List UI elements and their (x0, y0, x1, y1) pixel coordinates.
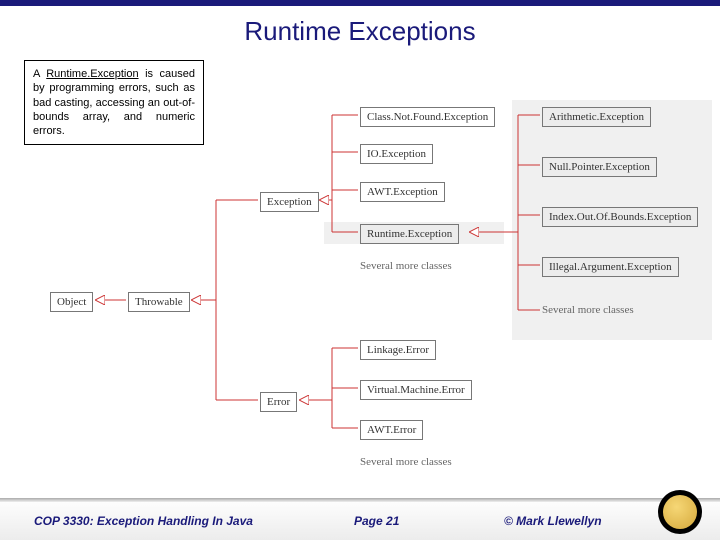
node-nullpointer: Null.Pointer.Exception (542, 157, 657, 177)
ucf-logo (658, 490, 702, 534)
node-ioexception: IO.Exception (360, 144, 433, 164)
node-exception: Exception (260, 192, 319, 212)
footer-page: Page 21 (354, 514, 504, 528)
top-accent-bar (0, 0, 720, 6)
class-hierarchy-diagram: Object Throwable Exception Error Class.N… (0, 70, 720, 480)
runtime-more: Several more classes (542, 304, 634, 316)
node-linkageerror: Linkage.Error (360, 340, 436, 360)
node-object: Object (50, 292, 93, 312)
node-runtimeexception: Runtime.Exception (360, 224, 459, 244)
footer-copyright: © Mark Llewellyn (504, 514, 602, 528)
node-awtexception: AWT.Exception (360, 182, 445, 202)
node-arithmetic: Arithmetic.Exception (542, 107, 651, 127)
node-illegalarg: Illegal.Argument.Exception (542, 257, 679, 277)
node-throwable: Throwable (128, 292, 190, 312)
exception-more: Several more classes (360, 260, 452, 272)
node-classnotfound: Class.Not.Found.Exception (360, 107, 495, 127)
node-vmerror: Virtual.Machine.Error (360, 380, 472, 400)
footer-course: COP 3330: Exception Handling In Java (34, 514, 354, 528)
node-error: Error (260, 392, 297, 412)
node-indexoob: Index.Out.Of.Bounds.Exception (542, 207, 698, 227)
ucf-logo-inner (663, 495, 697, 529)
footer-bar: COP 3330: Exception Handling In Java Pag… (0, 502, 720, 540)
node-awterror: AWT.Error (360, 420, 423, 440)
slide-title: Runtime Exceptions (0, 16, 720, 47)
error-more: Several more classes (360, 456, 452, 468)
